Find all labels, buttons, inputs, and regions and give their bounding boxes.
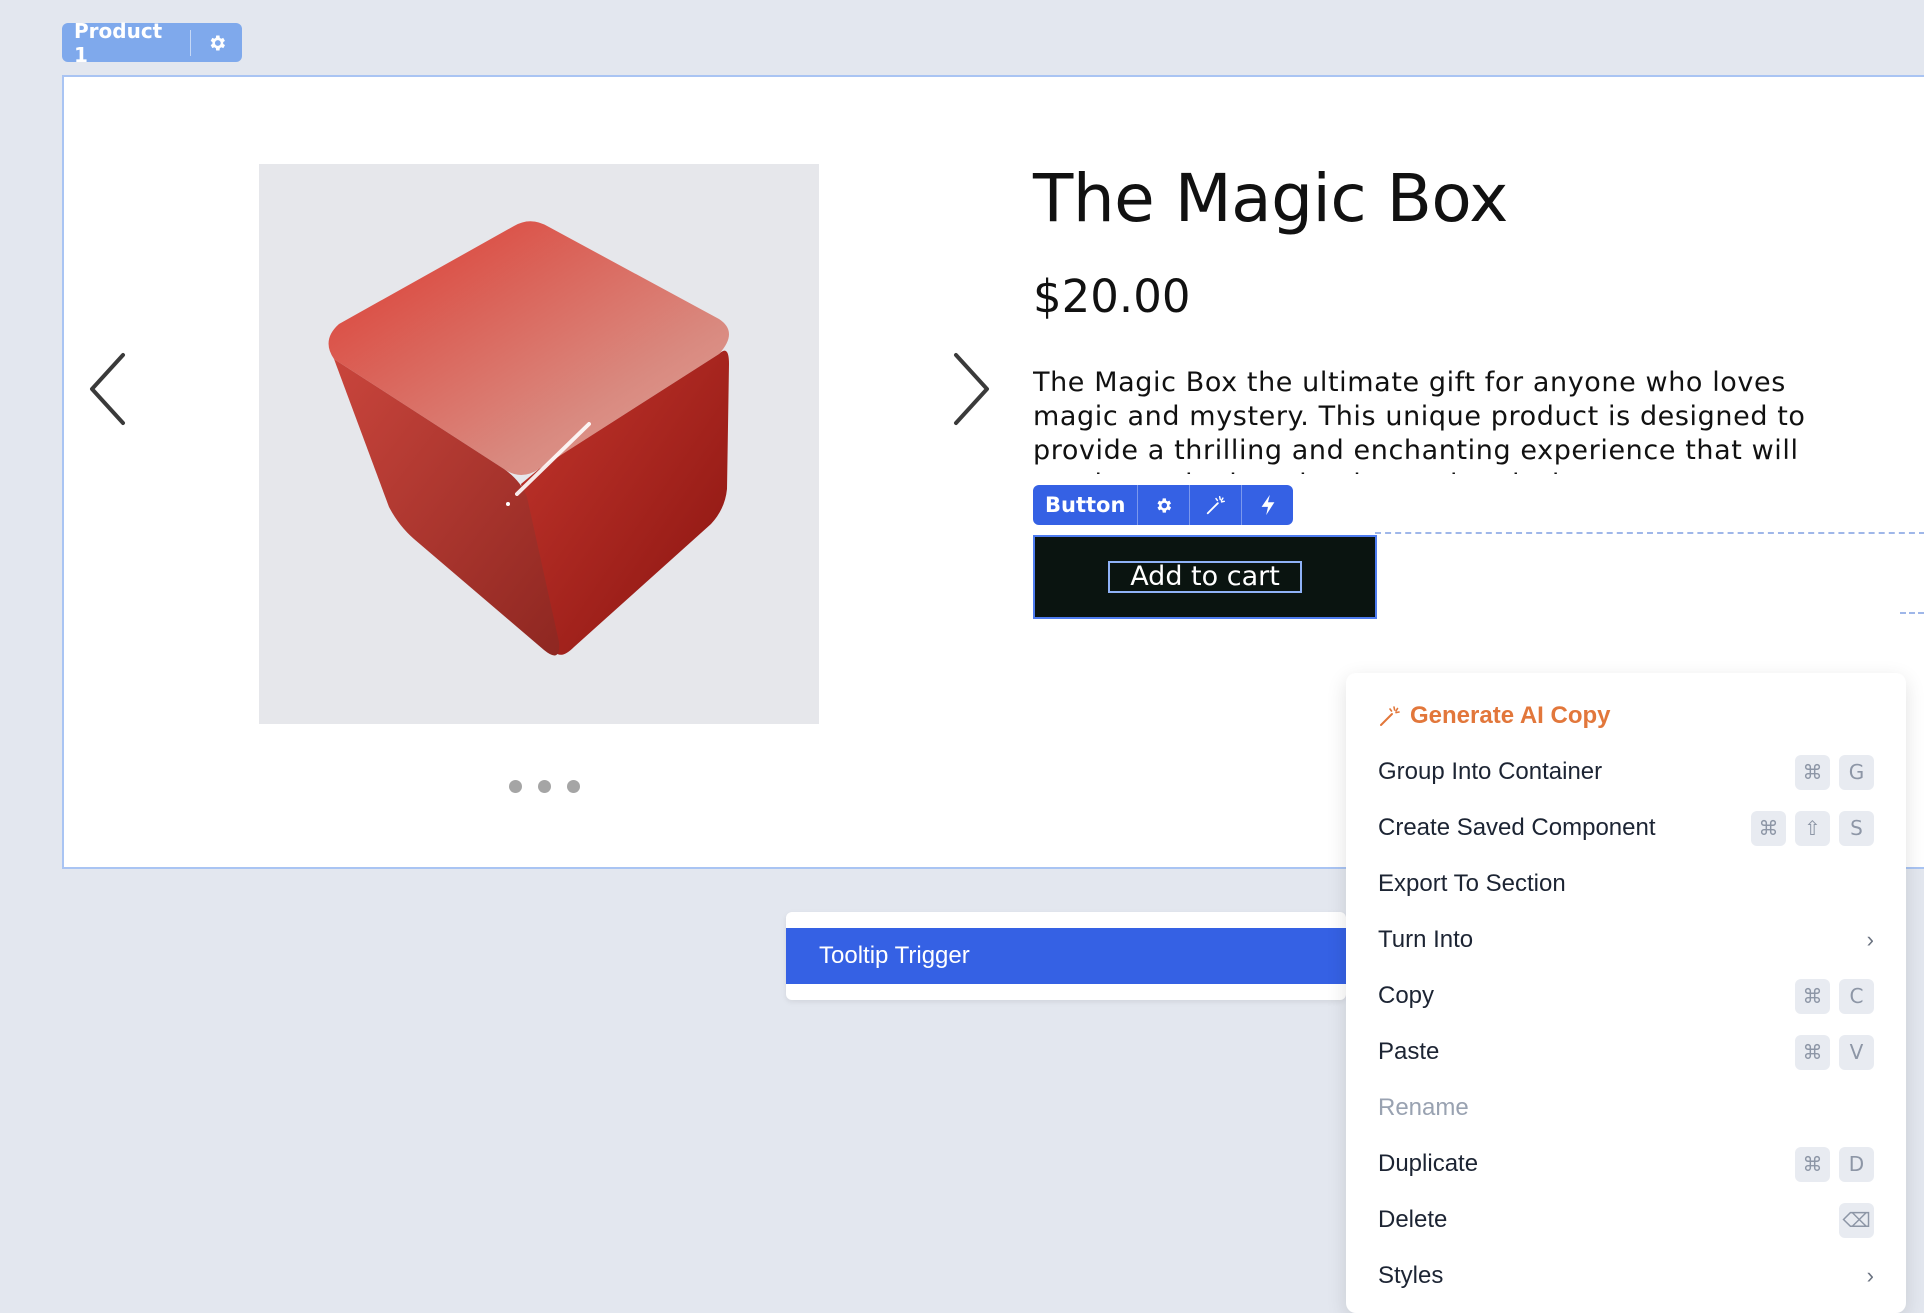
menu-item-duplicate[interactable]: Duplicate ⌘ D	[1378, 1144, 1874, 1184]
gear-icon[interactable]	[1138, 485, 1191, 525]
element-type-label: Button	[1033, 485, 1139, 525]
chevron-right-icon: ›	[1866, 927, 1874, 952]
menu-item-label: Rename	[1378, 1094, 1469, 1121]
red-cube-image	[328, 221, 729, 656]
menu-item-create-saved-component[interactable]: Create Saved Component ⌘ ⇧ S	[1378, 808, 1874, 848]
menu-item-turn-into[interactable]: Turn Into ›	[1378, 920, 1874, 960]
section-tag[interactable]: Product 1	[62, 19, 242, 67]
context-menu: Generate AI Copy Group Into Container ⌘ G…	[1346, 673, 1906, 1313]
magic-wand-icon[interactable]	[1190, 485, 1243, 525]
lightning-icon[interactable]	[1242, 485, 1293, 525]
product-description[interactable]: The Magic Box the ultimate gift for anyo…	[1033, 366, 1878, 474]
chevron-right-icon	[954, 353, 989, 425]
menu-item-label: Paste	[1378, 1038, 1440, 1065]
shortcut-key: C	[1839, 978, 1874, 1014]
shortcut-key: S	[1839, 810, 1874, 846]
add-to-cart-label: Add to cart	[1108, 561, 1302, 593]
menu-item-label: Generate AI Copy	[1410, 702, 1611, 729]
menu-item-label: Create Saved Component	[1378, 814, 1656, 841]
menu-item-label: Group Into Container	[1378, 758, 1603, 785]
product-image[interactable]	[259, 164, 819, 724]
menu-item-label: Styles	[1378, 1262, 1444, 1289]
backspace-icon: ⌫	[1839, 1202, 1874, 1238]
product-title[interactable]: The Magic Box	[1033, 160, 1508, 237]
shortcut-key: ⌘	[1795, 978, 1830, 1014]
carousel-dot[interactable]	[567, 780, 580, 793]
menu-item-copy[interactable]: Copy ⌘ C	[1378, 976, 1874, 1016]
shortcut-key: ⌘	[1795, 754, 1830, 790]
shortcut-key: V	[1839, 1034, 1874, 1070]
magic-wand-icon	[1380, 706, 1400, 726]
tooltip-trigger-item[interactable]: Tooltip Trigger	[786, 928, 1346, 984]
menu-item-label: Duplicate	[1378, 1150, 1479, 1177]
shortcut-key: G	[1839, 754, 1874, 790]
menu-item-rename[interactable]: Rename	[1378, 1088, 1874, 1128]
selection-guide	[1900, 612, 1924, 614]
carousel-dot[interactable]	[509, 780, 522, 793]
add-to-cart-button[interactable]: Add to cart	[1033, 535, 1377, 619]
menu-item-export-to-section[interactable]: Export To Section	[1378, 864, 1874, 904]
menu-item-styles[interactable]: Styles ›	[1378, 1256, 1874, 1296]
menu-item-label: Turn Into	[1378, 926, 1474, 953]
carousel-prev-button[interactable]	[82, 349, 132, 429]
menu-item-generate-ai-copy[interactable]: Generate AI Copy	[1378, 696, 1874, 736]
chevron-left-icon	[90, 353, 125, 425]
section-tag-label: Product 1	[62, 19, 192, 67]
menu-item-label: Export To Section	[1378, 870, 1566, 897]
shortcut-key: D	[1839, 1146, 1874, 1182]
shortcut-key: ⌘	[1795, 1146, 1830, 1182]
menu-item-label: Copy	[1378, 982, 1435, 1009]
carousel-dot[interactable]	[538, 780, 551, 793]
product-price[interactable]: $20.00	[1033, 270, 1190, 323]
menu-item-group-into-container[interactable]: Group Into Container ⌘ G	[1378, 752, 1874, 792]
carousel-dots[interactable]	[509, 780, 580, 793]
menu-item-paste[interactable]: Paste ⌘ V	[1378, 1032, 1874, 1072]
carousel-next-button[interactable]	[947, 349, 997, 429]
selection-guide	[1375, 532, 1924, 534]
shortcut-key: ⌘	[1751, 810, 1786, 846]
shortcut-key: ⌘	[1795, 1034, 1830, 1070]
menu-item-label: Delete	[1378, 1206, 1448, 1233]
shortcut-key: ⇧	[1795, 810, 1830, 846]
button-element-toolbar[interactable]: Button	[1033, 485, 1293, 525]
gear-icon[interactable]	[191, 33, 242, 53]
chevron-right-icon: ›	[1866, 1263, 1874, 1288]
menu-item-delete[interactable]: Delete ⌫	[1378, 1200, 1874, 1240]
